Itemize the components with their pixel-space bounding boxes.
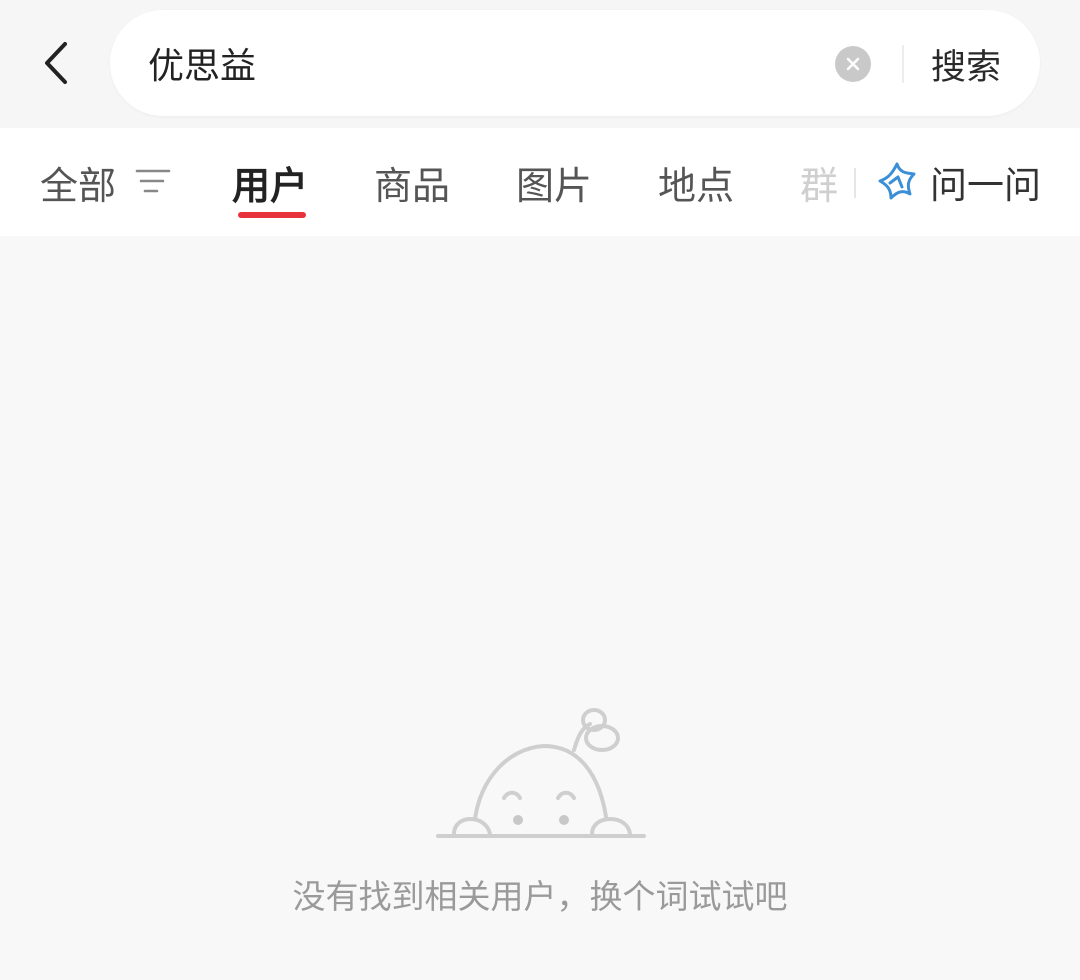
sparkle-star-icon [878, 162, 916, 200]
tab-images[interactable]: 图片 [516, 154, 592, 210]
tab-groups[interactable]: 群 [800, 154, 838, 210]
peeking-baby-illustration [436, 708, 646, 838]
search-header: 搜索 [0, 0, 1080, 128]
back-button[interactable] [28, 30, 84, 96]
search-button[interactable]: 搜索 [916, 36, 1016, 92]
tab-all[interactable]: 全部 [40, 154, 116, 210]
ask-label: 问一问 [930, 164, 1041, 207]
tab-places[interactable]: 地点 [658, 154, 734, 210]
search-box: 搜索 [110, 10, 1040, 116]
active-tab-indicator [238, 212, 306, 218]
empty-state-message: 没有找到相关用户，换个词试试吧 [292, 877, 788, 916]
ask-button[interactable]: 问一问 [876, 152, 1041, 212]
search-input[interactable] [148, 34, 808, 92]
clear-search-button[interactable] [835, 46, 871, 82]
search-results-page: 搜索 全部 用户 商品 图片 地点 群 问一问 [0, 0, 1080, 980]
result-tabs: 全部 用户 商品 图片 地点 群 问一问 [0, 128, 1080, 236]
tab-products[interactable]: 商品 [374, 154, 450, 210]
tab-separator [854, 168, 856, 198]
tab-users[interactable]: 用户 [232, 154, 308, 210]
search-divider [902, 45, 904, 83]
filter-icon[interactable] [135, 166, 171, 196]
chevron-left-icon [45, 42, 67, 84]
close-icon [846, 57, 860, 71]
